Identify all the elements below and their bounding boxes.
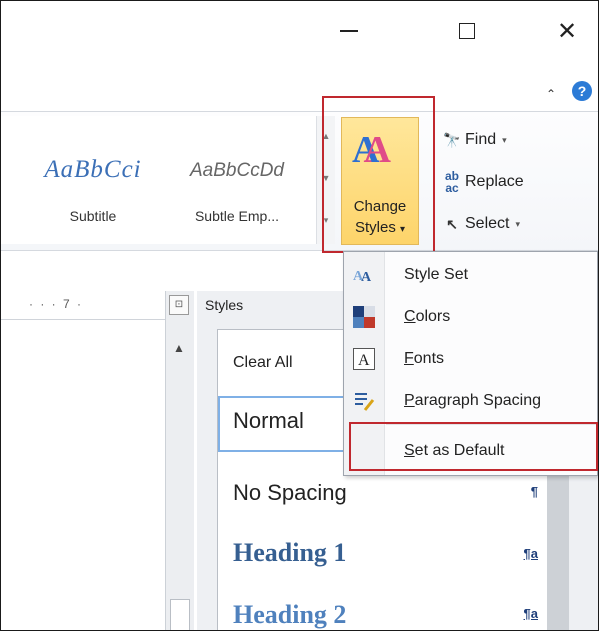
svg-text:A: A [358,352,370,369]
menu-item-colors[interactable]: Colors [344,296,597,338]
styles-pane-title: Styles [205,297,244,313]
paragraph-mark-icon: ¶ [530,484,538,499]
highlight-set-as-default [349,422,598,471]
style-label: Subtle Emp... [194,208,280,224]
maximize-button[interactable] [437,1,497,61]
style-set-icon: AA [352,263,376,287]
style-heading-2[interactable]: Heading 2 ¶a [218,584,548,630]
style-sample: AaBbCcDd [190,160,284,181]
quick-styles-gallery: AaBbCci Subtitle AaBbCcDd Subtle Emp... [1,116,316,244]
colors-icon [352,305,376,329]
svg-text:A: A [361,270,372,284]
find-icon: 🔭 [443,131,461,148]
fonts-icon: A [352,347,376,371]
scroll-up-icon[interactable]: ▲ [173,341,185,355]
replace-icon: ab ac [444,169,459,195]
menu-label: Colors [404,308,451,325]
word-window: ✕ ⌃ ? AaBbCci Subtitle AaBbCcDd Subtle E… [0,0,599,631]
close-icon: ✕ [556,17,578,45]
style-heading-1[interactable]: Heading 1 ¶a [218,522,548,582]
ruler-toggle-icon[interactable]: ⊡ [169,295,189,315]
menu-item-paragraph-spacing[interactable]: Paragraph Spacing [344,380,597,422]
style-label: Subtitle [69,208,117,224]
linked-style-icon: ¶a [523,606,538,621]
paragraph-spacing-icon [352,389,376,413]
scroll-thumb[interactable] [170,599,190,630]
menu-item-style-set[interactable]: AA Style Set [344,254,597,296]
select-icon: ↖ [446,215,458,232]
help-icon[interactable]: ? [572,81,592,101]
style-subtle-emphasis[interactable]: AaBbCcDd Subtle Emp... [167,116,307,236]
collapse-ribbon-icon[interactable]: ⌃ [546,87,556,101]
menu-label: Paragraph Spacing [404,392,541,409]
ruler: · · · 7 · [29,297,83,311]
style-sample: AaBbCci [44,156,142,183]
style-subtitle[interactable]: AaBbCci Subtitle [23,116,163,236]
menu-item-fonts[interactable]: A Fonts [344,338,597,380]
maximize-icon [459,23,475,39]
minimize-icon [340,30,358,32]
document-page[interactable] [1,319,165,630]
menu-label: Style Set [404,266,469,283]
minimize-button[interactable] [319,1,379,61]
find-button[interactable]: 🔭 Find ▾ [439,119,574,161]
select-button[interactable]: ↖ Select ▾ [439,203,574,245]
document-scrollbar[interactable]: ▲ [165,291,194,630]
editing-group: 🔭 Find ▾ ab ac Replace ↖ Select ▾ [439,119,574,245]
replace-button[interactable]: ab ac Replace [439,161,574,203]
menu-label: Fonts [404,350,445,367]
highlight-change-styles [322,96,435,253]
linked-style-icon: ¶a [523,546,538,561]
close-button[interactable]: ✕ [537,1,597,61]
